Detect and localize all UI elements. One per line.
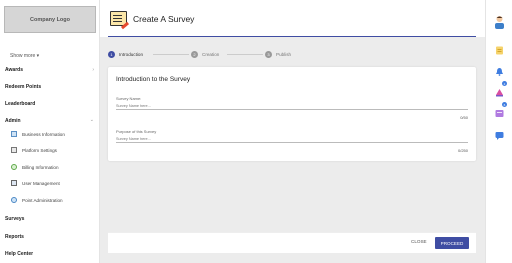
document-icon[interactable] — [495, 42, 504, 55]
sidebar-item-redeem-points[interactable]: Redeem Points — [5, 84, 41, 90]
step-creation[interactable]: 2 Creation — [191, 51, 219, 58]
sidebar-subitem-billing-information[interactable]: Billing Information — [11, 164, 59, 170]
close-button[interactable]: CLOSE — [411, 239, 427, 244]
trophy-badge: 2 — [502, 81, 507, 86]
sidebar-subitem-business-information[interactable]: Business Information — [11, 131, 65, 137]
sidebar-subitem-user-management[interactable]: User Management — [11, 180, 60, 186]
page-header: Create A Survey — [100, 0, 485, 37]
sidebar-item-surveys[interactable]: Surveys — [5, 216, 24, 222]
step-connector — [153, 54, 189, 55]
main-content: Create A Survey 1 Introduction 2 Creatio… — [100, 0, 485, 263]
step-connector — [227, 54, 263, 55]
settings-icon — [11, 147, 17, 153]
sidebar-item-admin[interactable]: Admin — [5, 118, 21, 124]
trophy-icon[interactable]: 2 — [495, 81, 507, 97]
users-icon — [11, 180, 17, 186]
points-icon — [11, 197, 17, 203]
sidebar-subitem-point-administration[interactable]: Point Administration — [11, 197, 63, 203]
stepper: 1 Introduction 2 Creation 3 Publish — [100, 37, 485, 63]
notification-icon[interactable]: 6 — [495, 102, 507, 117]
show-more-link[interactable]: Show more ▾ — [10, 53, 39, 59]
step-publish[interactable]: 3 Publish — [265, 51, 291, 58]
sidebar-item-leaderboard[interactable]: Leaderboard — [5, 101, 35, 107]
sidebar-item-help-center[interactable]: Help Center — [5, 251, 33, 257]
sidebar-item-reports[interactable]: Reports — [5, 234, 24, 240]
page-title: Create A Survey — [133, 14, 195, 24]
sidebar-item-awards[interactable]: Awards — [5, 67, 23, 73]
right-rail: 2 6 — [485, 0, 512, 263]
survey-name-input[interactable] — [116, 102, 468, 110]
survey-purpose-input[interactable] — [116, 135, 468, 143]
survey-name-label: Survey Name: — [116, 96, 142, 101]
sidebar: Company Logo Show more ▾ Awards › Redeem… — [0, 0, 100, 263]
chevron-down-icon: ⌄ — [89, 117, 94, 123]
card-title: Introduction to the Survey — [116, 76, 191, 83]
step-introduction[interactable]: 1 Introduction — [108, 51, 143, 58]
survey-purpose-counter: 0/250 — [457, 148, 468, 153]
intro-card: Introduction to the Survey Survey Name: … — [108, 67, 476, 161]
company-logo[interactable]: Company Logo — [4, 6, 96, 33]
proceed-button[interactable]: PROCEED — [435, 237, 469, 249]
building-icon — [11, 131, 17, 137]
survey-icon — [110, 11, 127, 26]
survey-purpose-label: Purpose of this Survey — [116, 129, 157, 134]
action-footer: CLOSE PROCEED — [108, 232, 476, 253]
notification-badge: 6 — [502, 102, 507, 107]
bell-icon[interactable] — [495, 63, 504, 76]
sidebar-subitem-platform-settings[interactable]: Platform Settings — [11, 147, 57, 153]
chevron-right-icon: › — [92, 67, 94, 73]
avatar[interactable] — [494, 15, 505, 29]
billing-icon — [11, 164, 17, 170]
chat-icon[interactable] — [495, 127, 504, 140]
survey-name-counter: 0/50 — [460, 115, 468, 120]
